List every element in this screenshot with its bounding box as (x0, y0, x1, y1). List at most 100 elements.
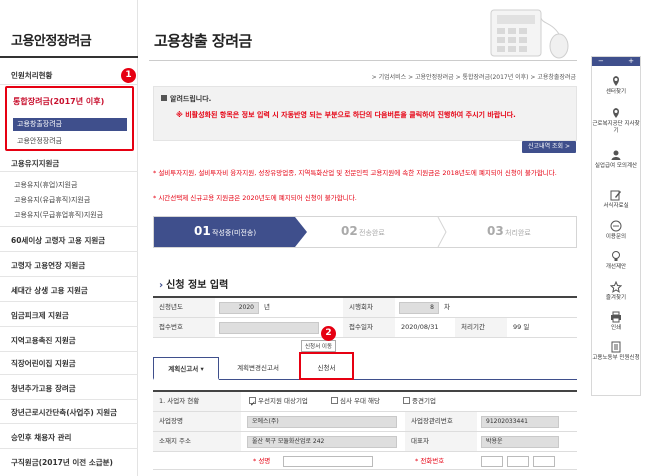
quick-item-forms[interactable]: 서식자료실 (592, 189, 640, 210)
calculator-illustration-icon (490, 9, 569, 59)
expand-icon[interactable]: + (628, 57, 634, 66)
step-separator-icon (437, 217, 447, 247)
receipt-date-value: 2020/08/31 (401, 323, 439, 331)
sidebar-item-daycare[interactable]: 직장어린이집 지원금 (11, 358, 76, 369)
notice-text: ※ 비활성화된 항목은 정보 입력 시 자동반영 되는 부분으로 하단의 다음버… (176, 111, 516, 119)
quick-item-unemployment-calc[interactable]: 실업급여 모의계산 (592, 149, 640, 170)
sidebar-divider (0, 351, 138, 352)
sidebar-divider (0, 326, 138, 327)
quick-item-civil-petition[interactable]: 고용노동부 민원신청 (592, 341, 640, 362)
receipt-date-label: 접수일자 (343, 318, 395, 337)
sidebar-divider (0, 171, 138, 172)
phone-part-3-input[interactable] (533, 456, 555, 467)
round-unit: 차 (444, 303, 450, 311)
application-info-table: 신청년도 2020 년 시행회차 8 차 접수번호 접수일자 2020/08/3… (153, 296, 577, 338)
quick-item-branch-search[interactable]: 근로복지공단 지사찾기 (592, 107, 640, 135)
sidebar-item-youth[interactable]: 청년추가고용 장려금 (11, 383, 76, 394)
receipt-number-field (219, 322, 319, 334)
check-priority-support[interactable]: 우선지원 대상기업 (249, 392, 308, 414)
highlight-box-integrated-subsidy: 통합장려금(2017년 이후) 고용창출장려금 고용안정장려금 (5, 86, 134, 151)
sidebar-item-wage-peak[interactable]: 임금피크제 지원금 (11, 310, 69, 321)
business-status-label: 1. 사업자 현황 (153, 392, 241, 411)
checkbox-icon[interactable] (403, 397, 410, 404)
round-label: 시행회차 (343, 298, 395, 317)
sidebar-item-regional[interactable]: 지역고용촉진 지원금 (11, 335, 76, 346)
collapse-icon[interactable]: − (598, 57, 604, 66)
quick-item-inquiry[interactable]: 이용문의 (592, 220, 640, 241)
sidebar-item-reduced-hours[interactable]: 장년근로시간단축(사업주) 지원금 (11, 407, 117, 418)
check-priority-support-label: 우선지원 대상기업 (258, 397, 308, 405)
sidebar-divider (0, 251, 138, 252)
phone-part-2-input[interactable] (507, 456, 529, 467)
sidebar-item-employment-retention[interactable]: 고용유지지원금 (11, 158, 59, 169)
sidebar-divider (0, 399, 138, 400)
lightbulb-icon (612, 251, 620, 261)
sidebar-divider (0, 301, 138, 302)
quick-item-print[interactable]: 인쇄 (592, 311, 640, 332)
business-number-field: 91202033441 (481, 416, 559, 428)
ceo-label: 대표자 (405, 432, 477, 451)
edit-icon (610, 190, 621, 201)
quick-item-suggestion[interactable]: 개선제안 (592, 250, 640, 271)
sidebar-item-hire-management[interactable]: 승인후 채용자 관리 (11, 432, 71, 443)
sidebar-item-job-creation[interactable]: 고용창출장려금 (13, 118, 127, 131)
sidebar-item-generation[interactable]: 세대간 상생 고용 지원금 (11, 285, 88, 296)
quick-item-center-search[interactable]: 센터찾기 (592, 75, 640, 96)
phone-part-1-input[interactable] (481, 456, 503, 467)
sidebar-item-senior-60[interactable]: 60세이상 고령자 고용 지원금 (11, 235, 105, 246)
report-lookup-button[interactable]: 신고내역 조회 > (522, 141, 576, 153)
check-midsize-company[interactable]: 중견기업 (403, 392, 436, 411)
business-number-label: 사업장관리번호 (405, 412, 477, 431)
check-review-preference[interactable]: 심사 우대 해당 (331, 392, 380, 411)
checkbox-icon[interactable] (331, 397, 338, 404)
sidebar-subitem-retention-closure[interactable]: 고용유지(휴업)지원금 (14, 180, 77, 190)
business-info-form: 1. 사업자 현황 우선지원 대상기업 심사 우대 해당 중견기업 사업장명 오… (153, 390, 577, 470)
notice-heading-text: 알려드립니다. (170, 95, 212, 103)
quick-item-favorites[interactable]: 즐겨찾기 (592, 281, 640, 302)
quick-item-label: 실업급여 모의계산 (594, 163, 638, 169)
map-pin-icon (613, 108, 619, 118)
highlight-box-application-tab (299, 352, 354, 380)
table-row: * 성명 * 전화번호 (153, 452, 577, 470)
sidebar-item-integrated-subsidy[interactable]: 통합장려금(2017년 이후) (13, 96, 104, 107)
year-unit: 년 (264, 303, 270, 311)
company-name-label: 사업장명 (153, 412, 241, 431)
annotation-badge-1: 1 (121, 68, 136, 83)
annotation-badge-2: 2 (321, 326, 336, 341)
quick-item-label: 근로복지공단 지사찾기 (592, 121, 640, 134)
sidebar-divider (0, 276, 138, 277)
tab-plan-change-report[interactable]: 계획변경신고서 (223, 357, 293, 380)
step-2-number: 02 (341, 224, 358, 238)
step-1-number: 01 (194, 224, 211, 238)
star-icon (610, 281, 622, 293)
year-label: 신청년도 (153, 298, 215, 317)
sidebar-subitem-retention-paid-leave[interactable]: 고용유지(유급휴직)지원금 (14, 195, 90, 205)
address-label: 소재지 주소 (153, 432, 241, 451)
sidebar-item-senior-extension[interactable]: 고령자 고용연장 지원금 (11, 260, 85, 271)
quick-menu-header: − + (592, 57, 640, 66)
sidebar-item-employment-stability[interactable]: 고용안정장려금 (17, 136, 62, 146)
tab-plan-report[interactable]: 계획신고서 ▾ (153, 357, 219, 380)
abolished-note-1: * 설비투자지원, 설비투자비 융자지원, 성장유망업종, 지역특화산업 및 전… (153, 169, 557, 177)
contact-name-input[interactable] (283, 456, 373, 467)
sidebar-item-processing-status[interactable]: 인원처리현황 (11, 70, 52, 81)
sidebar-subitem-retention-unpaid-leave[interactable]: 고용유지(무급휴업휴직)지원금 (14, 210, 103, 220)
document-tabs: 계획신고서 ▾ 계획변경신고서 신청서 신청서 이동 2 (153, 326, 577, 380)
quick-item-label: 고용노동부 민원신청 (592, 355, 640, 361)
quick-item-label: 이용문의 (605, 234, 627, 240)
main-content: 고용창출 장려금 > 기업서비스 > 고용안정장려금 > 통합장려금(2017년… (139, 0, 586, 476)
quick-item-label: 인쇄 (610, 325, 622, 331)
sidebar-item-legacy[interactable]: 구직원금(2017년 이전 소급분) (11, 457, 113, 468)
table-row: 소재지 주소 울산 북구 모듈화산업로 242 대표자 박용운 (153, 432, 577, 452)
sidebar-divider (0, 374, 138, 375)
quick-item-label: 센터찾기 (605, 89, 627, 95)
company-name-field: 오에스(주) (247, 416, 397, 428)
sidebar-divider (0, 423, 138, 424)
info-icon (161, 95, 167, 101)
checkbox-checked-icon[interactable] (249, 395, 256, 414)
tooltip-application-move: 신청서 이동 (301, 340, 337, 352)
check-review-preference-label: 심사 우대 해당 (340, 397, 381, 405)
page-title: 고용창출 장려금 (154, 32, 252, 50)
table-row: 1. 사업자 현황 우선지원 대상기업 심사 우대 해당 중견기업 (153, 392, 577, 414)
year-field: 2020 (219, 302, 259, 314)
